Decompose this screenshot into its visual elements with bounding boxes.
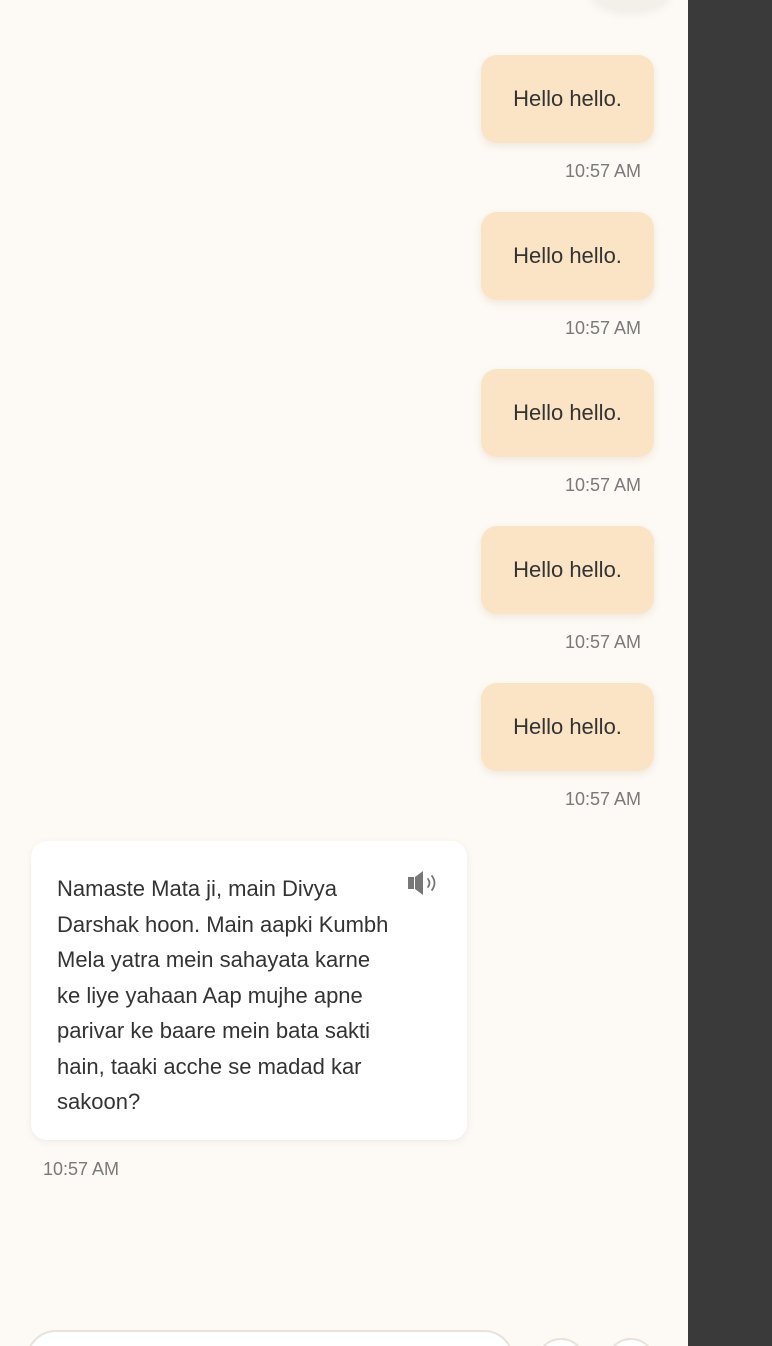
bot-message-bubble: Namaste Mata ji, main Divya Darshak hoon… (31, 841, 467, 1140)
user-message-bubble: Hello hello. (481, 683, 654, 771)
bot-message-text: Namaste Mata ji, main Divya Darshak hoon… (57, 876, 389, 1114)
message-timestamp: 10:57 AM (564, 632, 641, 652)
speaker-icon[interactable] (407, 869, 441, 897)
user-message: Hello hello. 10:57 AM (481, 55, 654, 182)
header-button-edge[interactable] (590, 0, 670, 10)
user-message-bubble: Hello hello. (481, 55, 654, 143)
user-message: Hello hello. 10:57 AM (481, 526, 654, 653)
message-timestamp: 10:57 AM (564, 318, 641, 338)
message-timestamp: 10:57 AM (564, 475, 641, 495)
user-message: Hello hello. 10:57 AM (481, 683, 654, 810)
message-input[interactable] (26, 1330, 514, 1346)
side-panel (688, 0, 772, 1346)
user-message-bubble: Hello hello. (481, 526, 654, 614)
chat-pane: Hello hello. 10:57 AM Hello hello. 10:57… (0, 0, 688, 1346)
user-message: Hello hello. 10:57 AM (481, 212, 654, 339)
user-message: Hello hello. 10:57 AM (481, 369, 654, 496)
mic-button[interactable] (536, 1338, 586, 1346)
message-timestamp: 10:57 AM (43, 1159, 120, 1179)
send-button[interactable] (606, 1338, 656, 1346)
message-timestamp: 10:57 AM (564, 789, 641, 809)
user-message-bubble: Hello hello. (481, 369, 654, 457)
bot-message: Namaste Mata ji, main Divya Darshak hoon… (31, 841, 467, 1180)
message-timestamp: 10:57 AM (564, 161, 641, 181)
user-message-bubble: Hello hello. (481, 212, 654, 300)
